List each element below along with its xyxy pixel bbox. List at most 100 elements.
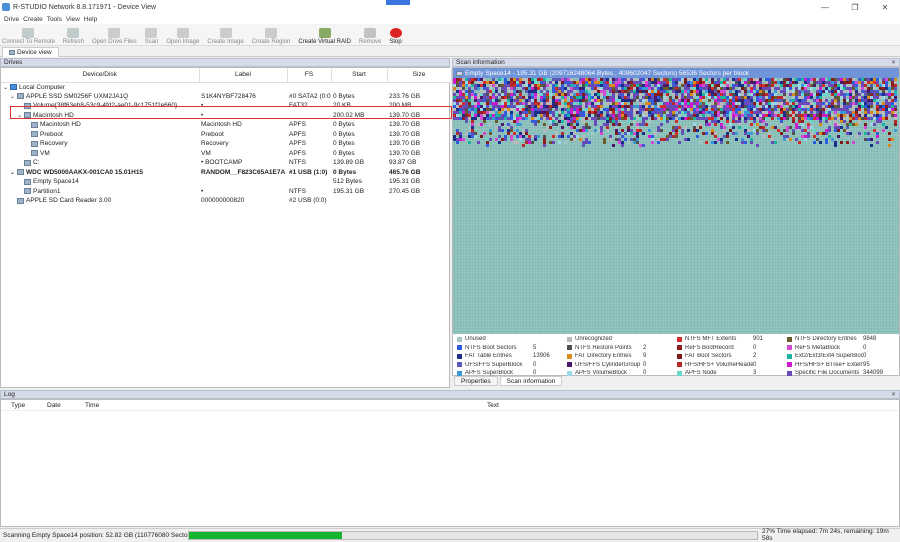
scan-block (669, 87, 672, 90)
scan-block (885, 105, 888, 108)
scan-block (639, 105, 642, 108)
scan-block (516, 102, 519, 105)
minimize-button[interactable]: — (810, 0, 840, 14)
menu-create[interactable]: Create (23, 16, 43, 23)
scan-progress-fill (189, 532, 343, 539)
scan-block (747, 132, 750, 135)
scan-block (495, 111, 498, 114)
tab-device-view[interactable]: Device view (2, 47, 59, 57)
scan-block (648, 135, 651, 138)
scan-block (774, 99, 777, 102)
scan-block (792, 96, 795, 99)
scan-block (657, 84, 660, 87)
scan-block (459, 90, 462, 93)
drive-row[interactable]: ⌄ APPLE SSD SM0256F UXM2JA1Q S1K4NYBF72847… (1, 92, 451, 102)
scan-block (570, 90, 573, 93)
scan-block (894, 87, 897, 90)
drive-row[interactable]: Preboot Preboot APFS 0 Bytes 139.70 GB (1, 130, 451, 140)
scan-block (726, 141, 729, 144)
scan-block (774, 111, 777, 114)
drive-row[interactable]: C: • BOOTCAMP NTFS 139.89 GB 93.87 GB (1, 158, 451, 168)
maximize-button[interactable]: ❐ (840, 0, 870, 14)
scan-block (669, 96, 672, 99)
refresh-button[interactable]: Refresh (61, 28, 86, 45)
drive-row[interactable]: APPLE SD Card Reader 3.00 000000000820 #2 … (1, 196, 451, 206)
scan-block (486, 96, 489, 99)
scan-block (534, 135, 537, 138)
scan-block (591, 117, 594, 120)
tab-properties[interactable]: Properties (454, 376, 498, 386)
scan-button[interactable]: Scan (143, 28, 161, 45)
menu-tools[interactable]: Tools (47, 16, 62, 23)
col-device-disk[interactable]: Device/Disk (1, 68, 200, 83)
menu-drive[interactable]: Drive (4, 16, 19, 23)
create-image-button[interactable]: Create Image (205, 28, 245, 45)
scan-block (618, 93, 621, 96)
scan-block (459, 108, 462, 111)
expand-chevron-icon[interactable]: ⌄ (3, 84, 10, 91)
scan-block (462, 108, 465, 111)
scan-block (816, 132, 819, 135)
log-col-text[interactable]: Text (487, 402, 499, 409)
menu-view[interactable]: View (66, 16, 80, 23)
log-close-icon[interactable]: ✕ (891, 391, 896, 398)
scan-block (615, 123, 618, 126)
tab-scan-information[interactable]: Scan information (499, 376, 563, 386)
expand-chevron-icon[interactable]: ⌄ (10, 93, 17, 100)
drive-row[interactable]: Partition1 • NTFS 195.31 GB 270.45 GB (1, 187, 451, 197)
col-start[interactable]: Start (331, 68, 388, 83)
scan-block-map[interactable] (453, 78, 899, 334)
scan-block (768, 114, 771, 117)
scan-block (642, 105, 645, 108)
close-button[interactable]: ✕ (870, 0, 900, 14)
scan-block (792, 99, 795, 102)
drive-row[interactable]: ⌄ WDC WD5000AAKX-001CA0 15.01H15 RANDOM__F… (1, 168, 451, 178)
log-col-date[interactable]: Date (33, 402, 67, 409)
scan-block (477, 111, 480, 114)
drive-row[interactable]: ⌄ Local Computer (1, 82, 451, 92)
log-col-time[interactable]: Time (67, 402, 487, 409)
log-col-type[interactable]: Type (1, 402, 33, 409)
create-region-button[interactable]: Create Region (250, 28, 293, 45)
drive-row[interactable]: Recovery Recovery APFS 0 Bytes 139.70 GB (1, 139, 451, 149)
pane-close-icon[interactable]: ✕ (891, 59, 896, 66)
scan-block (573, 126, 576, 129)
scan-block (555, 117, 558, 120)
scan-block (705, 87, 708, 90)
scan-block (489, 96, 492, 99)
scan-block (843, 129, 846, 132)
drive-row[interactable]: Empty Space14 512 Bytes 195.31 GB (1, 177, 451, 187)
scan-block (744, 81, 747, 84)
scan-block (522, 135, 525, 138)
drive-row[interactable]: VM VM APFS 0 Bytes 139.70 GB (1, 149, 451, 159)
col-size[interactable]: Size (387, 68, 452, 83)
scan-block (582, 105, 585, 108)
scan-block (828, 78, 831, 81)
scan-block (888, 93, 891, 96)
scan-block (672, 126, 675, 129)
scan-block (789, 78, 792, 81)
scan-block (729, 93, 732, 96)
scan-block (618, 87, 621, 90)
expand-chevron-icon[interactable]: ⌄ (10, 169, 17, 176)
scan-block (705, 120, 708, 123)
virtual-raid-button[interactable]: Create Virtual RAID (296, 28, 353, 45)
open-image-button[interactable]: Open Image (164, 28, 201, 45)
connect-button[interactable]: Connect To Remote (0, 28, 57, 45)
scan-block (570, 123, 573, 126)
scan-block (552, 78, 555, 81)
scan-block (498, 117, 501, 120)
open-drive-files-button[interactable]: Open Drive Files (90, 28, 139, 45)
remove-button[interactable]: Remove (357, 28, 383, 45)
drive-row[interactable]: Macintosh HD Macintosh HD APFS 0 Bytes 139.7… (1, 120, 451, 130)
scan-block (795, 90, 798, 93)
scan-block (648, 81, 651, 84)
col-fs[interactable]: FS (287, 68, 332, 83)
scan-block (468, 126, 471, 129)
col-label[interactable]: Label (199, 68, 288, 83)
scan-block (762, 108, 765, 111)
stop-button[interactable]: Stop (387, 28, 403, 45)
scan-block (873, 102, 876, 105)
menu-help[interactable]: Help (84, 16, 97, 23)
scan-block (873, 93, 876, 96)
